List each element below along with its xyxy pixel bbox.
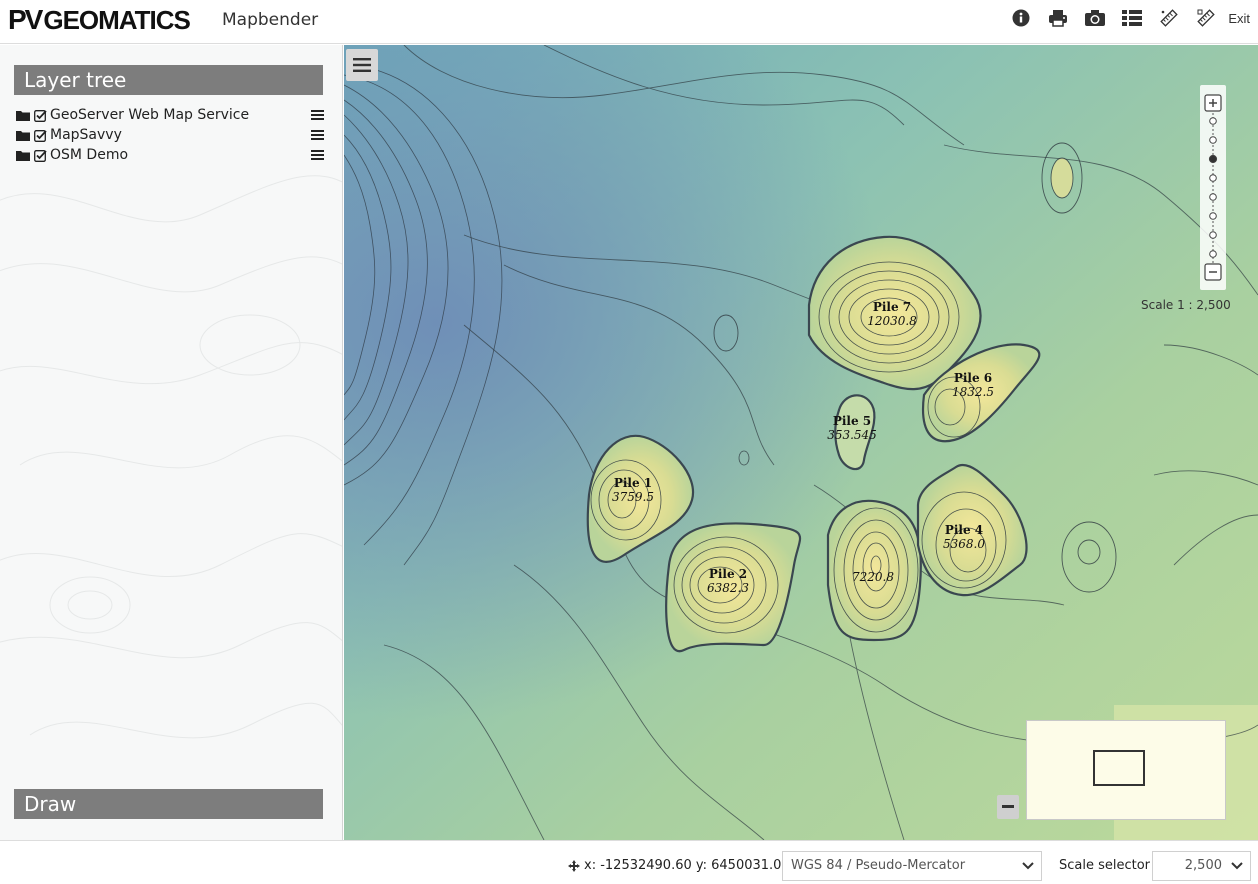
layer-label: GeoServer Web Map Service	[50, 107, 250, 123]
srs-select[interactable]: WGS 84 / Pseudo-Mercator	[782, 851, 1042, 881]
pile-label: Pile 2 6382.3	[707, 567, 749, 595]
checkbox-checked-icon[interactable]	[34, 109, 47, 122]
logo-pv: PV	[8, 4, 43, 35]
layer-row-geoserver[interactable]: GeoServer Web Map Service	[16, 105, 326, 125]
info-icon	[1012, 9, 1030, 27]
pile-label: Pile 1 3759.5	[612, 476, 654, 504]
overview-extent-box[interactable]	[1093, 750, 1145, 786]
zoom-bar-graphic	[1204, 94, 1222, 281]
measure-area-icon	[1197, 9, 1215, 27]
coordinates-text: x: -12532490.60 y: 6450031.00	[584, 858, 790, 873]
overview-toggle-button[interactable]	[997, 795, 1019, 819]
hamburger-icon	[353, 58, 371, 72]
checkbox-checked-icon[interactable]	[34, 149, 47, 162]
chevron-down-icon	[1231, 862, 1243, 870]
pile-label: 7220.8	[852, 570, 894, 584]
folder-icon[interactable]	[16, 150, 30, 161]
folder-icon[interactable]	[16, 130, 30, 141]
zoom-bar	[1200, 85, 1226, 290]
top-bar: PV GEOMATICS Mapbender Exit	[0, 0, 1258, 44]
info-button[interactable]	[1002, 0, 1039, 36]
layer-menu-icon[interactable]	[311, 129, 324, 141]
logo: PV GEOMATICS	[8, 4, 191, 36]
srs-value: WGS 84 / Pseudo-Mercator	[791, 858, 966, 873]
scale-select-value: 2,500	[1184, 858, 1222, 873]
zoom-out-button[interactable]	[1204, 263, 1222, 281]
overview-map[interactable]	[1026, 720, 1226, 820]
legend-button[interactable]	[1113, 0, 1150, 36]
legend-icon	[1121, 10, 1142, 26]
layer-row-osm-demo[interactable]: OSM Demo	[16, 145, 326, 165]
footer: x: -12532490.60 y: 6450031.00 WGS 84 / P…	[0, 840, 1258, 884]
screenshot-button[interactable]	[1076, 0, 1113, 36]
draw-header[interactable]: Draw	[14, 789, 323, 819]
exit-button[interactable]: Exit	[1224, 11, 1258, 26]
zoom-in-button[interactable]	[1204, 94, 1222, 112]
zoom-levels[interactable]	[1208, 117, 1218, 258]
pile-label: Pile 5 353.545	[827, 414, 877, 442]
measure-area-button[interactable]	[1187, 0, 1224, 36]
measure-line-button[interactable]	[1150, 0, 1187, 36]
layer-menu-icon[interactable]	[311, 109, 324, 121]
app-title: Mapbender	[222, 10, 319, 30]
layer-row-mapsavvy[interactable]: MapSavvy	[16, 125, 326, 145]
scale-selector-label: Scale selector	[1059, 858, 1151, 873]
sidebar: Layer tree GeoServer Web Map Service Map…	[0, 45, 343, 840]
scale-display: Scale 1 : 2,500	[1141, 298, 1231, 312]
crosshair-icon	[568, 859, 580, 872]
coordinates-display: x: -12532490.60 y: 6450031.00	[568, 858, 790, 873]
layer-menu-icon[interactable]	[311, 149, 324, 161]
minus-icon	[1002, 805, 1014, 808]
layer-label: MapSavvy	[50, 127, 122, 143]
layer-label: OSM Demo	[50, 147, 129, 163]
logo-text: GEOMATICS	[43, 4, 191, 35]
map-view[interactable]: Pile 7 12030.8 Pile 6 1832.5 Pile 5 353.…	[344, 45, 1258, 840]
folder-icon[interactable]	[16, 110, 30, 121]
print-icon	[1048, 10, 1067, 27]
pile-label: Pile 7 12030.8	[867, 300, 917, 328]
print-button[interactable]	[1039, 0, 1076, 36]
layer-list: GeoServer Web Map Service MapSavvy OSM D…	[16, 105, 326, 165]
scale-select[interactable]: 2,500	[1152, 851, 1251, 881]
toolbar: Exit	[1002, 0, 1258, 36]
sidebar-toggle-button[interactable]	[346, 49, 378, 81]
chevron-down-icon	[1022, 862, 1034, 870]
camera-icon	[1084, 10, 1105, 26]
pile-label: Pile 4 5368.0	[943, 523, 985, 551]
layer-tree-header[interactable]: Layer tree	[14, 65, 323, 95]
pile-label: Pile 6 1832.5	[952, 371, 994, 399]
measure-line-icon	[1160, 9, 1178, 27]
checkbox-checked-icon[interactable]	[34, 129, 47, 142]
